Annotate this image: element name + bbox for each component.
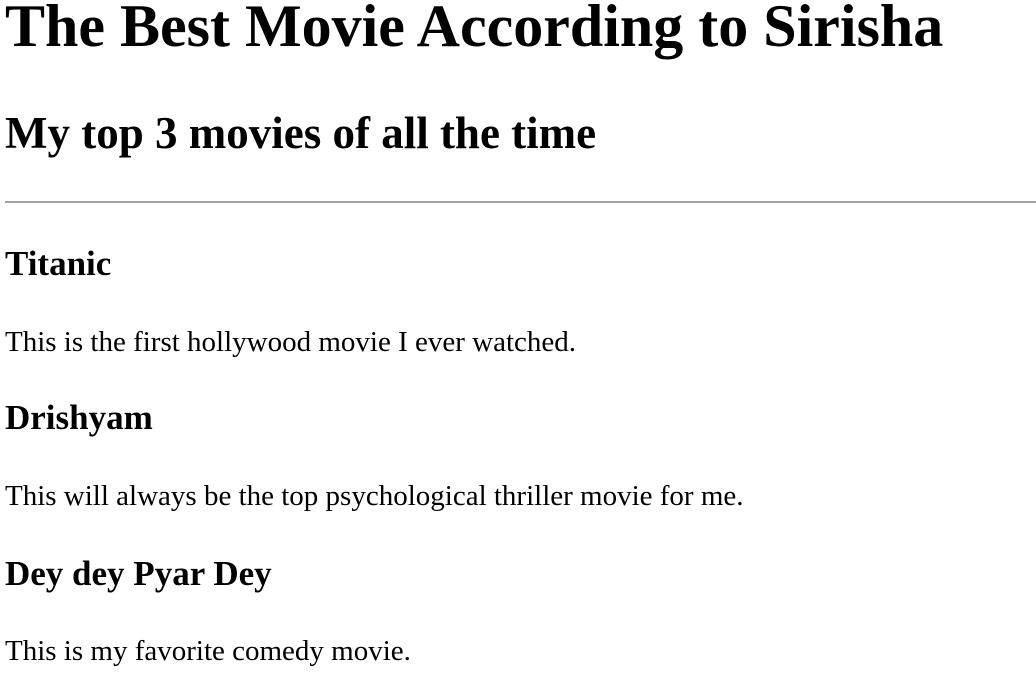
page: The Best Movie According to Sirisha My t…: [0, 0, 1036, 690]
movie-description-dey-dey-pyar-dey: This is my favorite comedy movie.: [5, 635, 411, 667]
divider: [5, 201, 1036, 203]
page-title: The Best Movie According to Sirisha: [5, 0, 944, 59]
movie-title-dey-dey-pyar-dey: Dey dey Pyar Dey: [5, 554, 272, 593]
movie-title-drishyam: Drishyam: [5, 398, 153, 437]
movie-title-titanic: Titanic: [5, 244, 112, 283]
page-subtitle: My top 3 movies of all the time: [5, 108, 597, 158]
movie-description-titanic: This is the first hollywood movie I ever…: [5, 326, 577, 358]
movie-description-drishyam: This will always be the top psychologica…: [5, 480, 744, 512]
